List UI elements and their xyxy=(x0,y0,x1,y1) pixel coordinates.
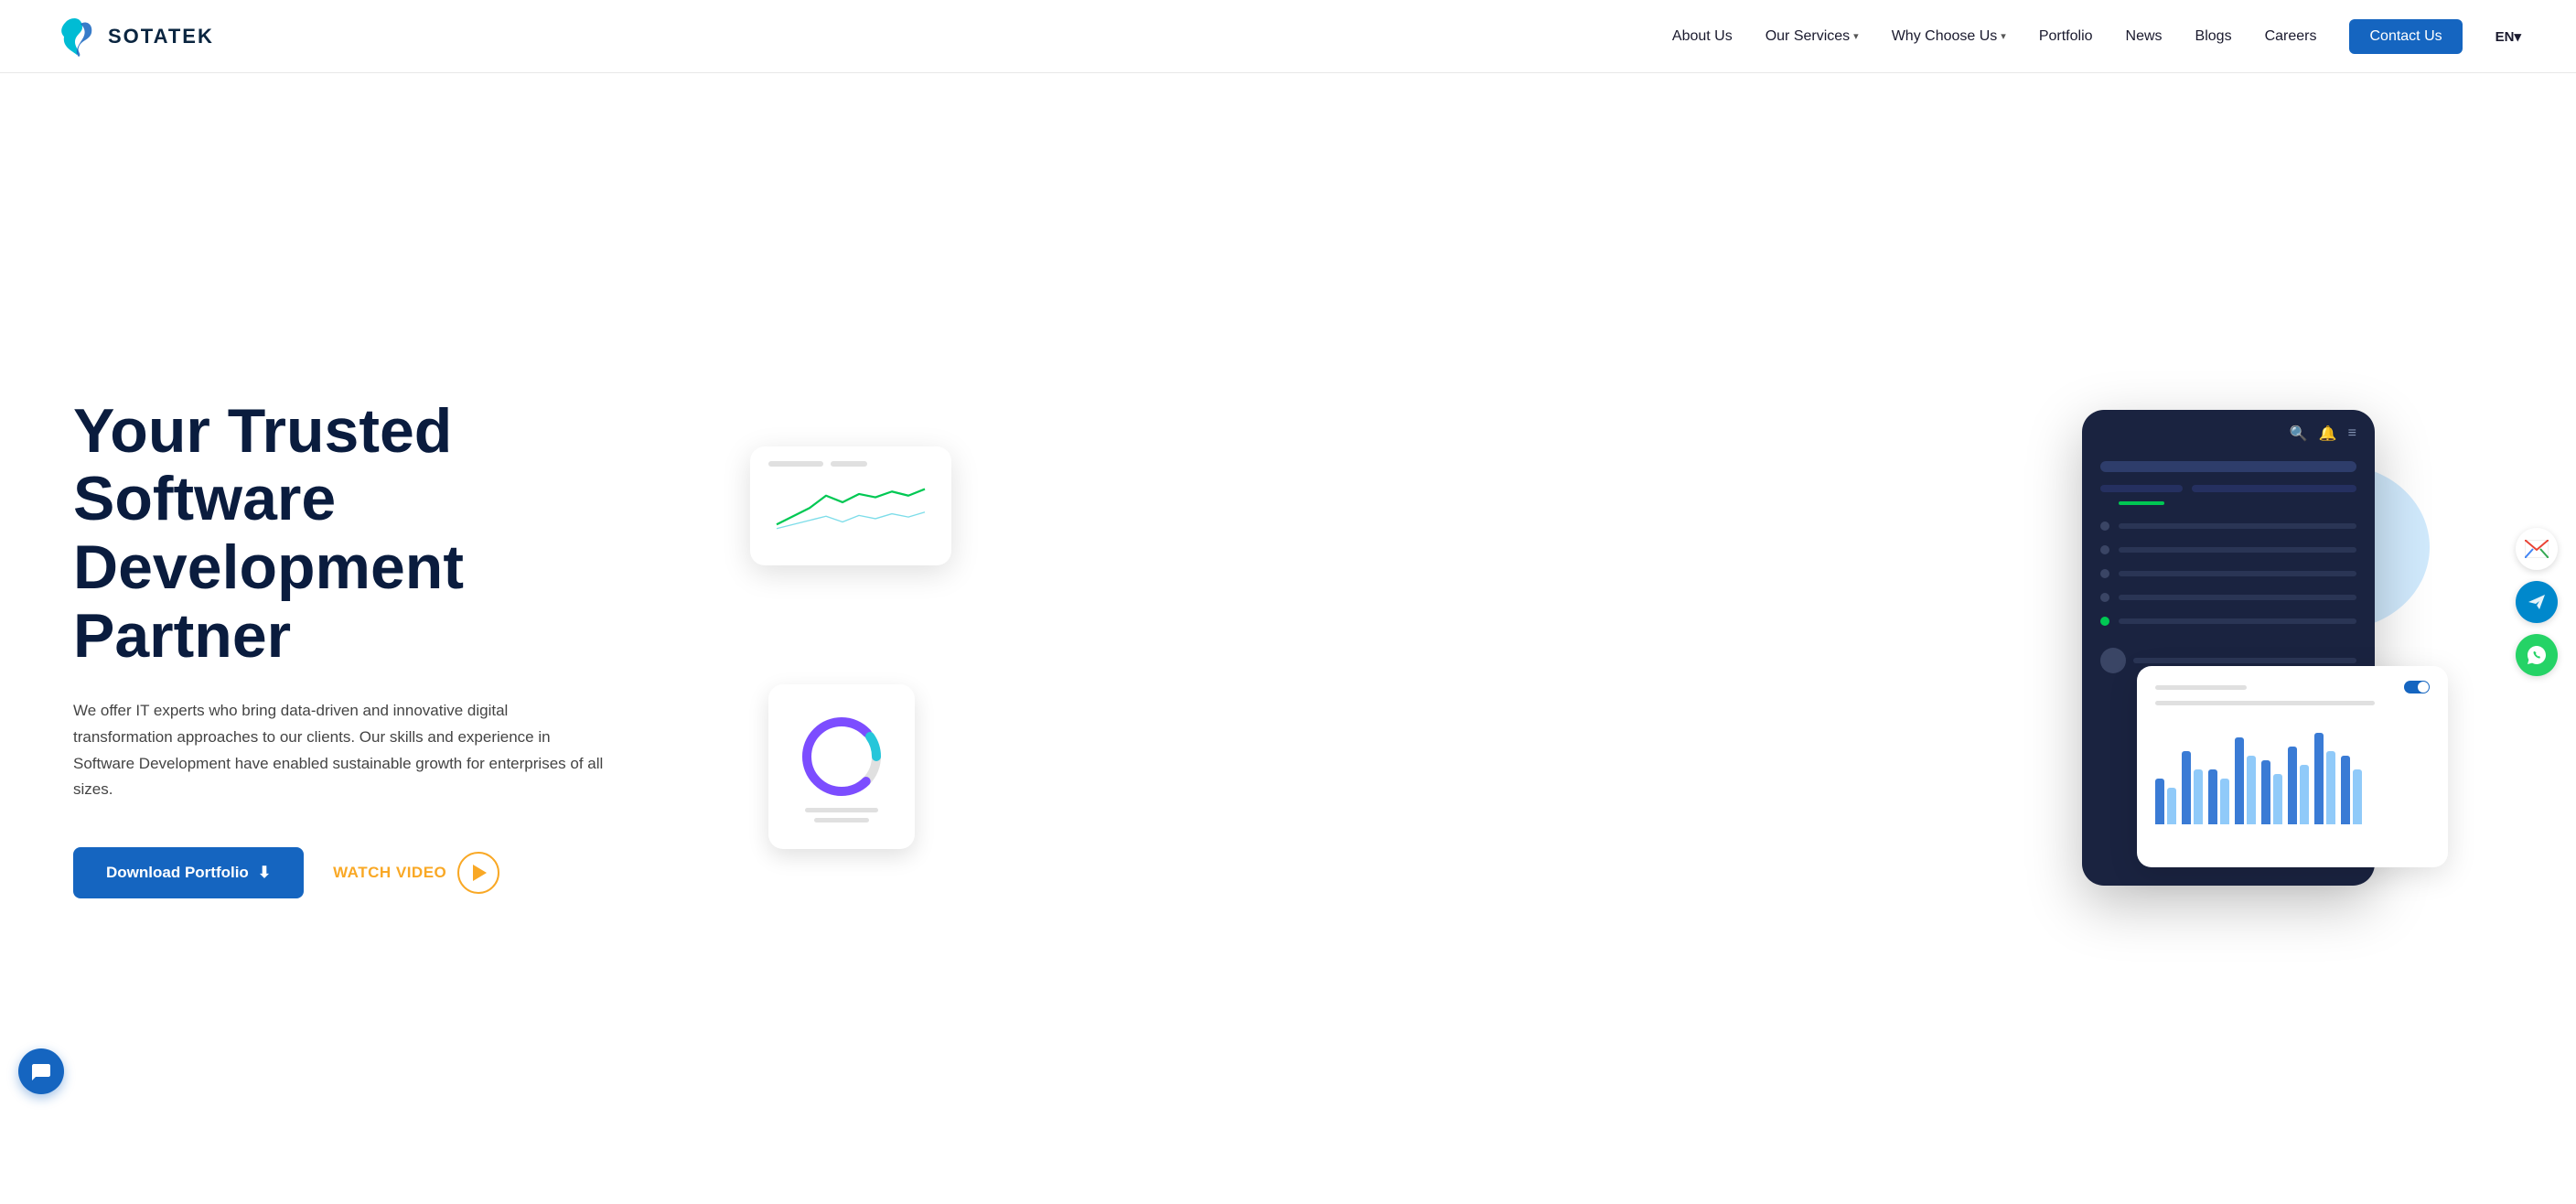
sidebar-dot xyxy=(2100,569,2109,578)
nav-why-choose-us[interactable]: Why Choose Us ▾ xyxy=(1892,28,2006,45)
toggle-switch[interactable] xyxy=(2404,681,2430,693)
nav-contact-us[interactable]: Contact Us xyxy=(2349,19,2462,54)
download-portfolio-button[interactable]: Download Portfolio ⬇ xyxy=(73,847,304,898)
header: SOTATEK About Us Our Services ▾ Why Choo… xyxy=(0,0,2576,73)
toggle-label-bar xyxy=(2155,685,2247,690)
sidebar-item xyxy=(2100,562,2356,586)
hero-section: Your Trusted Software Development Partne… xyxy=(0,73,2576,1204)
nav-blogs[interactable]: Blogs xyxy=(2195,28,2232,45)
hero-description: We offer IT experts who bring data-drive… xyxy=(73,698,604,804)
sidebar-item xyxy=(2100,538,2356,562)
sidebar-dot xyxy=(2100,545,2109,554)
nav-our-services[interactable]: Our Services ▾ xyxy=(1766,28,1859,45)
donut-chart-svg xyxy=(796,711,887,802)
telegram-icon xyxy=(2527,592,2547,612)
logo[interactable]: SOTATEK xyxy=(55,15,214,59)
gmail-icon xyxy=(2525,540,2549,558)
chat-float-button-container xyxy=(18,1048,64,1094)
language-selector[interactable]: EN▾ xyxy=(2496,28,2521,45)
watch-video-button[interactable]: WATCH VIDEO xyxy=(333,852,499,894)
sidebar-line xyxy=(2119,523,2356,529)
hero-illustration: 🔍 🔔 ≡ xyxy=(695,392,2503,904)
nav-about-us[interactable]: About Us xyxy=(1672,28,1733,45)
play-circle-icon xyxy=(457,852,499,894)
mockup-row xyxy=(2100,461,2356,472)
hero-left-content: Your Trusted Software Development Partne… xyxy=(73,397,695,899)
toggle-row xyxy=(2155,681,2430,693)
main-nav: About Us Our Services ▾ Why Choose Us ▾ … xyxy=(1672,19,2521,54)
search-icon: 🔍 xyxy=(2290,425,2308,443)
sidebar-dot xyxy=(2100,593,2109,602)
nav-portfolio[interactable]: Portfolio xyxy=(2039,28,2093,45)
gmail-float-button[interactable] xyxy=(2516,528,2558,570)
hero-buttons: Download Portfolio ⬇ WATCH VIDEO xyxy=(73,847,695,898)
toggle-knob xyxy=(2418,682,2429,693)
line-chart-card xyxy=(750,446,951,565)
telegram-float-button[interactable] xyxy=(2516,581,2558,623)
logo-text: SOTATEK xyxy=(108,25,214,48)
floating-social-icons xyxy=(2516,528,2558,676)
mockup-content-rows xyxy=(2082,452,2375,683)
sidebar-dot xyxy=(2100,521,2109,531)
donut-widget xyxy=(768,684,915,849)
chevron-down-icon: ▾ xyxy=(2001,30,2006,42)
chat-icon xyxy=(30,1060,52,1082)
nav-news[interactable]: News xyxy=(2126,28,2163,45)
sidebar-line xyxy=(2119,595,2356,600)
sidebar-item xyxy=(2100,586,2356,609)
mockup-header-bar: 🔍 🔔 ≡ xyxy=(2082,410,2375,452)
chevron-down-icon: ▾ xyxy=(1853,30,1859,42)
play-triangle-icon xyxy=(473,865,487,881)
sidebar-dot xyxy=(2100,617,2109,626)
bar-chart-card xyxy=(2137,666,2448,867)
whatsapp-float-button[interactable] xyxy=(2516,634,2558,676)
chat-float-button[interactable] xyxy=(18,1048,64,1094)
hero-title: Your Trusted Software Development Partne… xyxy=(73,397,695,671)
sidebar-line xyxy=(2119,571,2356,576)
whatsapp-icon xyxy=(2526,644,2548,666)
bell-icon: 🔔 xyxy=(2319,425,2337,443)
nav-careers[interactable]: Careers xyxy=(2265,28,2317,45)
line-chart-svg xyxy=(768,474,933,538)
sidebar-line xyxy=(2119,547,2356,553)
menu-icon: ≡ xyxy=(2348,425,2356,442)
green-indicator-bar xyxy=(2119,501,2164,505)
sidebar-item xyxy=(2100,514,2356,538)
sidebar-item xyxy=(2100,609,2356,633)
sidebar-line xyxy=(2119,618,2356,624)
bar-chart-container xyxy=(2155,715,2430,824)
logo-icon xyxy=(55,15,99,59)
download-icon: ⬇ xyxy=(258,864,271,882)
